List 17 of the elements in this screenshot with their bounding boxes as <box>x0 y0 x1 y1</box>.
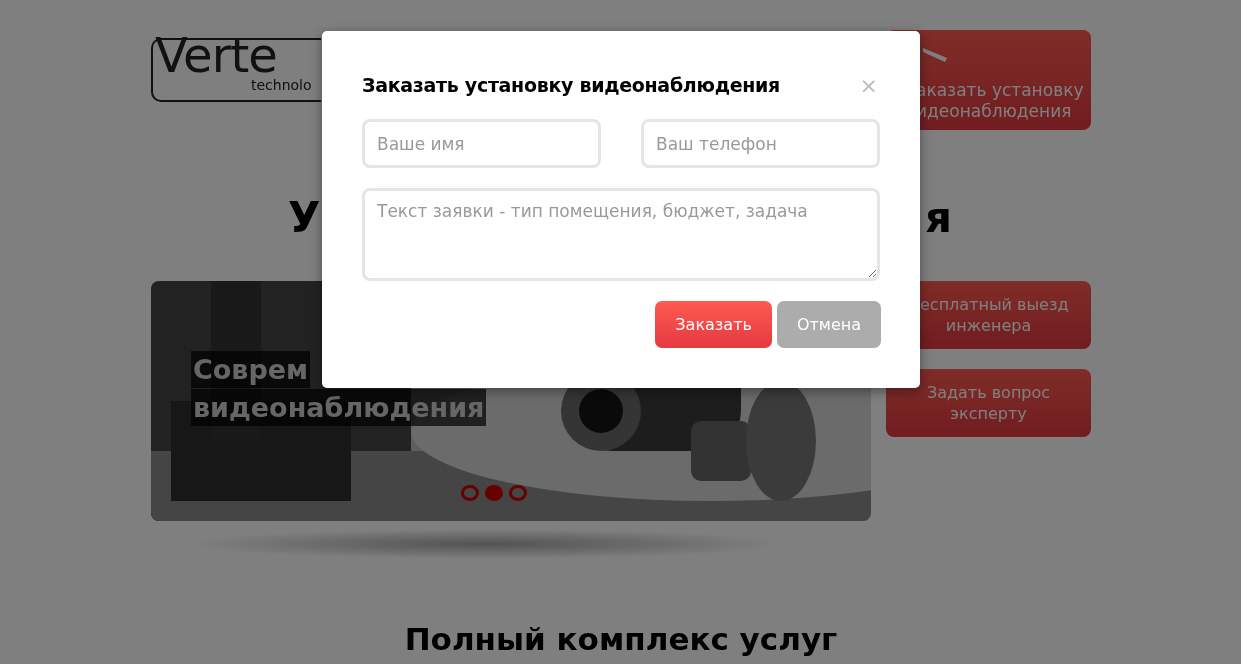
logo-text: Verte <box>155 32 277 78</box>
modal-title: Заказать установку видеонаблюдения <box>362 74 780 96</box>
slider-dot[interactable] <box>461 485 479 501</box>
input-field[interactable]: Ваше имя <box>362 119 601 168</box>
cancel-button[interactable]: Отмена <box>776 301 881 348</box>
side-button[interactable]: Задать вопрос эксперту <box>886 369 1091 437</box>
page-heading: я <box>925 193 952 243</box>
logo-subtext: technolo <box>251 78 313 92</box>
page-heading: У <box>288 193 321 243</box>
order-button[interactable]: Заказать <box>655 301 772 348</box>
slide-caption: Соврем <box>191 351 311 388</box>
section-heading: Полный комплекс услуг <box>403 620 839 659</box>
slide-caption: видеонаблюдения <box>191 389 487 426</box>
message-field[interactable]: Текст заявки - тип помещения, бюджет, задача <box>362 188 880 281</box>
slider-dot[interactable] <box>509 485 527 501</box>
close-button[interactable]: × <box>859 72 878 98</box>
input-field[interactable]: Ваш телефон <box>641 119 880 168</box>
